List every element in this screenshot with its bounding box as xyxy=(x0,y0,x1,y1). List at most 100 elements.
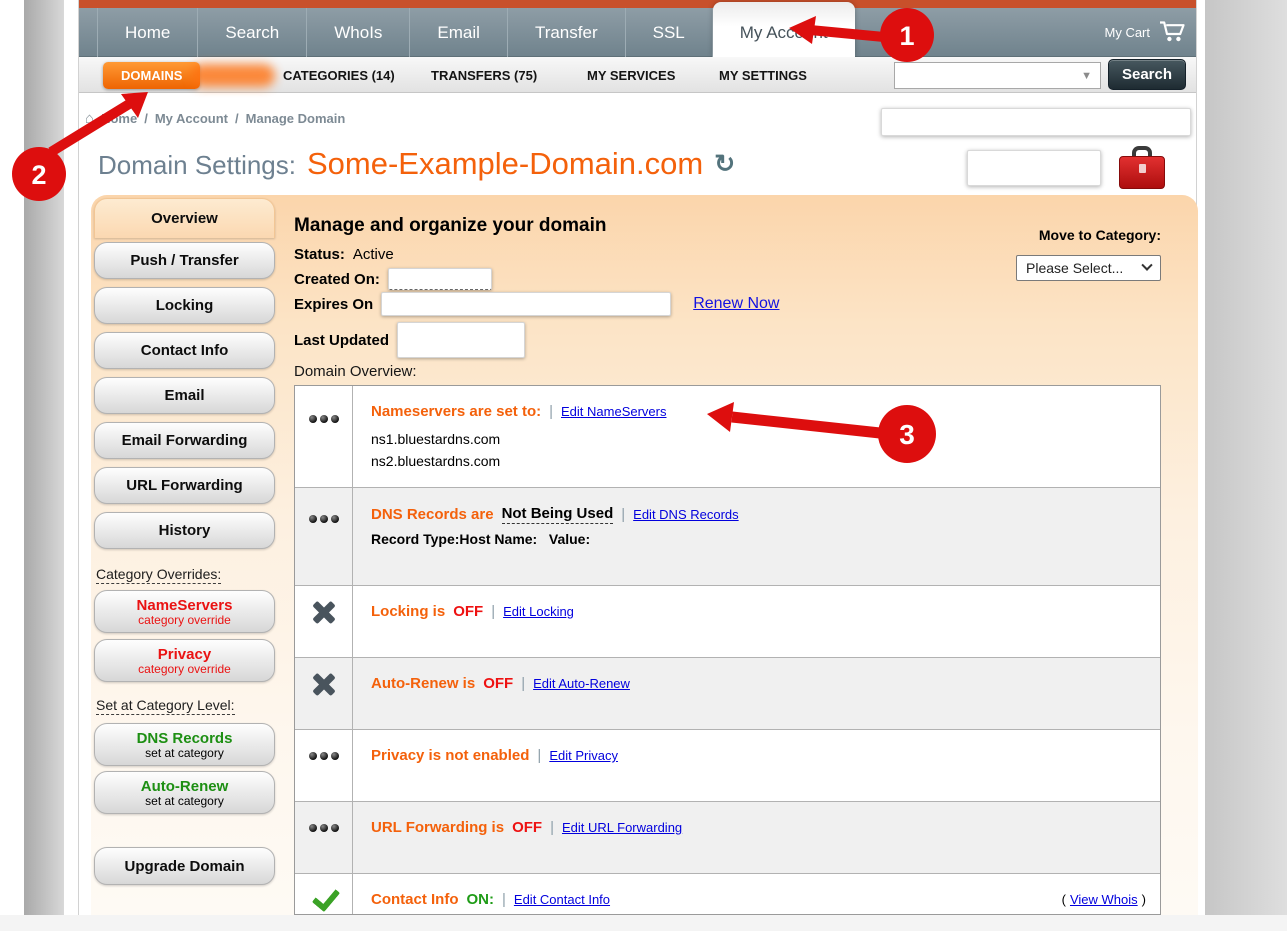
sidebar-item-dns-records-category[interactable]: DNS Records set at category xyxy=(94,723,275,766)
subnav-item-my-settings[interactable]: MY SETTINGS xyxy=(719,57,807,93)
breadcrumb-separator: / xyxy=(235,111,239,126)
refresh-icon[interactable]: ↻ xyxy=(714,149,735,179)
separator: | xyxy=(491,603,495,620)
table-row-dns-records: DNS Records are Not Being Used | Edit DN… xyxy=(295,488,1160,586)
move-to-category-label: Move to Category: xyxy=(1039,227,1161,243)
subnav-label: TRANSFERS (75) xyxy=(431,68,537,83)
subnav-label: MY SERVICES xyxy=(587,68,675,83)
edit-contact-info-link[interactable]: Edit Contact Info xyxy=(514,892,610,907)
row-icon-cell xyxy=(295,658,353,729)
section-heading: Manage and organize your domain xyxy=(294,215,607,237)
subnav-item-categories[interactable]: CATEGORIES (14) xyxy=(283,57,395,93)
edit-nameservers-link[interactable]: Edit NameServers xyxy=(561,404,666,419)
move-to-category-select[interactable]: Please Select... xyxy=(1016,255,1161,281)
row-icon-cell xyxy=(295,586,353,657)
tab-label: Email xyxy=(437,23,480,43)
move-to-category-selected-value: Please Select... xyxy=(1026,260,1123,276)
sidebar-item-auto-renew-category[interactable]: Auto-Renew set at category xyxy=(94,771,275,814)
sidebar-item-sublabel: category override xyxy=(138,662,231,676)
sidebar-item-label: URL Forwarding xyxy=(126,477,242,494)
edit-dns-records-link[interactable]: Edit DNS Records xyxy=(633,507,738,522)
redacted-value-box xyxy=(967,150,1101,186)
toolbox-icon[interactable] xyxy=(1119,146,1165,190)
sidebar-item-push-transfer[interactable]: Push / Transfer xyxy=(94,242,275,279)
tab-whois[interactable]: WhoIs xyxy=(307,8,410,57)
domain-search-combobox[interactable]: ▼ xyxy=(894,62,1101,89)
row-title-emphasis: Not Being Used xyxy=(502,505,614,524)
renew-now-link[interactable]: Renew Now xyxy=(693,295,779,313)
dots-icon xyxy=(309,824,339,873)
tab-label: Search xyxy=(225,23,279,43)
edit-auto-renew-link[interactable]: Edit Auto-Renew xyxy=(533,676,630,691)
redacted-value-box xyxy=(397,322,525,358)
separator: | xyxy=(550,819,554,836)
breadcrumb-manage-domain: Manage Domain xyxy=(246,111,346,126)
sidebar-item-url-forwarding[interactable]: URL Forwarding xyxy=(94,467,275,504)
tab-label: SSL xyxy=(653,23,685,43)
breadcrumb: ⌂ Home / My Account / Manage Domain xyxy=(85,110,345,127)
row-title: Locking is xyxy=(371,603,445,620)
combobox-dropdown-icon[interactable]: ▼ xyxy=(1081,70,1092,82)
breadcrumb-my-account[interactable]: My Account xyxy=(155,111,228,126)
category-overrides-heading: Category Overrides: xyxy=(96,566,221,584)
nameserver-2: ns2.bluestardns.com xyxy=(371,451,1146,473)
breadcrumb-separator: / xyxy=(144,111,148,126)
table-row-url-forwarding: URL Forwarding is OFF | Edit URL Forward… xyxy=(295,802,1160,874)
tab-search[interactable]: Search xyxy=(198,8,307,57)
subnav-item-my-services[interactable]: MY SERVICES xyxy=(587,57,675,93)
sidebar-item-label: Upgrade Domain xyxy=(124,858,244,875)
sidebar-item-sublabel: category override xyxy=(138,613,231,627)
upgrade-domain-button[interactable]: Upgrade Domain xyxy=(94,847,275,885)
subnav-item-transfers[interactable]: TRANSFERS (75) xyxy=(431,57,537,93)
paren: ) xyxy=(1142,892,1146,907)
page-title: Domain Settings: Some-Example-Domain.com… xyxy=(98,146,735,182)
sidebar-item-contact-info[interactable]: Contact Info xyxy=(94,332,275,369)
row-icon-cell xyxy=(295,730,353,801)
last-updated-label: Last Updated xyxy=(294,332,389,349)
tab-label: Home xyxy=(125,23,170,43)
sidebar-item-label: Push / Transfer xyxy=(130,252,238,269)
row-title: DNS Records are xyxy=(371,506,494,523)
my-cart-button[interactable]: My Cart xyxy=(1105,8,1187,57)
site-top-accent-bar xyxy=(79,0,1196,8)
sidebar-item-privacy-override[interactable]: Privacy category override xyxy=(94,639,275,682)
sidebar-item-locking[interactable]: Locking xyxy=(94,287,275,324)
edit-locking-link[interactable]: Edit Locking xyxy=(503,604,574,619)
check-icon xyxy=(312,884,336,910)
nameserver-1: ns1.bluestardns.com xyxy=(371,429,1146,451)
breadcrumb-home[interactable]: Home xyxy=(101,111,137,126)
x-icon xyxy=(312,600,336,624)
subnav-item-domains[interactable]: DOMAINS xyxy=(103,62,200,89)
status-label: Status: xyxy=(294,246,345,263)
tab-my-account[interactable]: My Account xyxy=(713,2,855,57)
sidebar-item-email[interactable]: Email xyxy=(94,377,275,414)
tab-label: WhoIs xyxy=(334,23,382,43)
redaction-blob xyxy=(191,64,275,87)
edit-privacy-link[interactable]: Edit Privacy xyxy=(549,748,618,763)
domain-settings-panel: Overview Push / Transfer Locking Contact… xyxy=(91,195,1198,915)
x-icon xyxy=(312,672,336,696)
search-button[interactable]: Search xyxy=(1108,59,1186,90)
chevron-down-icon xyxy=(1141,260,1152,271)
tab-home[interactable]: Home xyxy=(97,8,198,57)
sidebar-item-email-forwarding[interactable]: Email Forwarding xyxy=(94,422,275,459)
row-content: Auto-Renew is OFF | Edit Auto-Renew xyxy=(353,658,1160,729)
redacted-value-box xyxy=(381,292,671,316)
search-button-label: Search xyxy=(1122,66,1172,83)
sidebar-item-nameservers-override[interactable]: NameServers category override xyxy=(94,590,275,633)
tab-ssl[interactable]: SSL xyxy=(626,8,713,57)
edit-url-forwarding-link[interactable]: Edit URL Forwarding xyxy=(562,820,682,835)
status-line: Status: Active xyxy=(294,246,394,263)
top-navigation-bar: Home Search WhoIs Email Transfer SSL My … xyxy=(79,8,1196,57)
view-whois-link[interactable]: View Whois xyxy=(1070,892,1138,907)
row-title: Privacy is not enabled xyxy=(371,747,529,764)
sidebar-item-overview[interactable]: Overview xyxy=(94,198,275,238)
table-row-auto-renew: Auto-Renew is OFF | Edit Auto-Renew xyxy=(295,658,1160,730)
browser-page: Home Search WhoIs Email Transfer SSL My … xyxy=(78,0,1197,915)
row-content: Locking is OFF | Edit Locking xyxy=(353,586,1160,657)
tab-transfer[interactable]: Transfer xyxy=(508,8,626,57)
page-title-domain: Some-Example-Domain.com xyxy=(307,146,703,182)
sidebar-item-history[interactable]: History xyxy=(94,512,275,549)
tab-email[interactable]: Email xyxy=(410,8,508,57)
last-updated-line: Last Updated xyxy=(294,322,525,358)
